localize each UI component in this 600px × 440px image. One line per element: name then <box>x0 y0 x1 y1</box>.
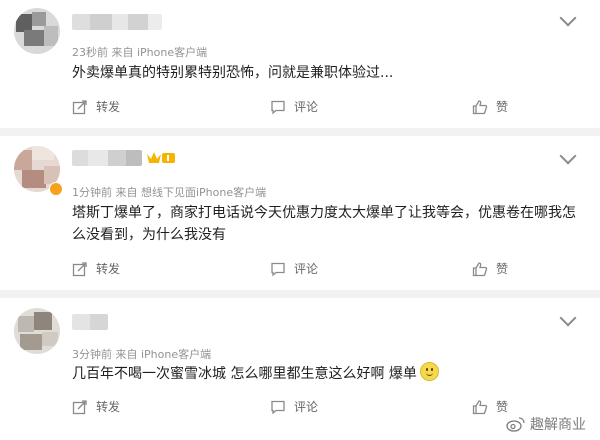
username-blurred[interactable] <box>72 314 108 330</box>
comment-label: 评论 <box>294 262 319 276</box>
like-icon <box>472 399 488 414</box>
comment-button[interactable]: 评论 <box>270 260 318 277</box>
smile-emoji-icon <box>419 362 439 381</box>
comment-card: 23秒前 来自 iPhone客户端 外卖爆单真的特别累特别恐怖，问就是兼职体验过… <box>0 0 600 128</box>
like-label: 赞 <box>496 262 509 276</box>
repost-icon <box>72 99 87 114</box>
vip-badge-icon <box>147 152 175 163</box>
like-icon <box>472 261 488 276</box>
repost-button[interactable]: 转发 <box>72 398 120 415</box>
like-button[interactable]: 赞 <box>472 260 508 277</box>
comment-icon <box>271 400 285 414</box>
chevron-down-icon[interactable] <box>559 147 577 165</box>
comment-meta: 3分钟前 来自 iPhone客户端 <box>72 348 212 361</box>
like-icon <box>472 99 488 114</box>
like-button[interactable]: 赞 <box>472 398 508 415</box>
repost-button[interactable]: 转发 <box>72 260 120 277</box>
comment-icon <box>271 100 285 114</box>
comment-icon <box>271 262 285 276</box>
watermark: 趣解商业 <box>506 414 586 434</box>
separator <box>0 128 600 136</box>
comment-text: 几百年不喝一次蜜雪冰城 怎么哪里都生意这么好啊 爆单 <box>72 362 582 385</box>
chevron-down-icon[interactable] <box>559 9 577 27</box>
comment-button[interactable]: 评论 <box>270 98 318 115</box>
verified-badge-icon <box>49 182 63 196</box>
comment-label: 评论 <box>294 400 319 414</box>
avatar[interactable] <box>14 8 60 54</box>
comment-text: 塔斯丁爆单了，商家打电话说今天优惠力度太大爆单了让我等会，优惠卷在哪我怎么没看到… <box>72 205 576 243</box>
repost-button[interactable]: 转发 <box>72 98 120 115</box>
repost-label: 转发 <box>96 100 121 114</box>
weibo-logo-icon <box>506 417 525 432</box>
repost-label: 转发 <box>96 262 121 276</box>
comment-text: 外卖爆单真的特别累特别恐怖，问就是兼职体验过... <box>72 65 394 81</box>
repost-icon <box>72 261 87 276</box>
avatar[interactable] <box>14 308 60 354</box>
like-label: 赞 <box>496 100 509 114</box>
repost-label: 转发 <box>96 400 121 414</box>
chevron-down-icon[interactable] <box>559 309 577 327</box>
separator <box>0 290 600 298</box>
like-button[interactable]: 赞 <box>472 98 508 115</box>
comment-meta: 23秒前 来自 iPhone客户端 <box>72 46 208 59</box>
comment-meta: 1分钟前 来自 想线下见面iPhone客户端 <box>72 186 267 199</box>
username-blurred[interactable] <box>72 14 162 30</box>
comment-button[interactable]: 评论 <box>270 398 318 415</box>
repost-icon <box>72 399 87 414</box>
username-blurred[interactable] <box>72 150 142 166</box>
comment-label: 评论 <box>294 100 319 114</box>
like-label: 赞 <box>496 400 509 414</box>
watermark-text: 趣解商业 <box>530 417 586 433</box>
comment-card: 1分钟前 来自 想线下见面iPhone客户端 塔斯丁爆单了，商家打电话说今天优惠… <box>0 136 600 290</box>
